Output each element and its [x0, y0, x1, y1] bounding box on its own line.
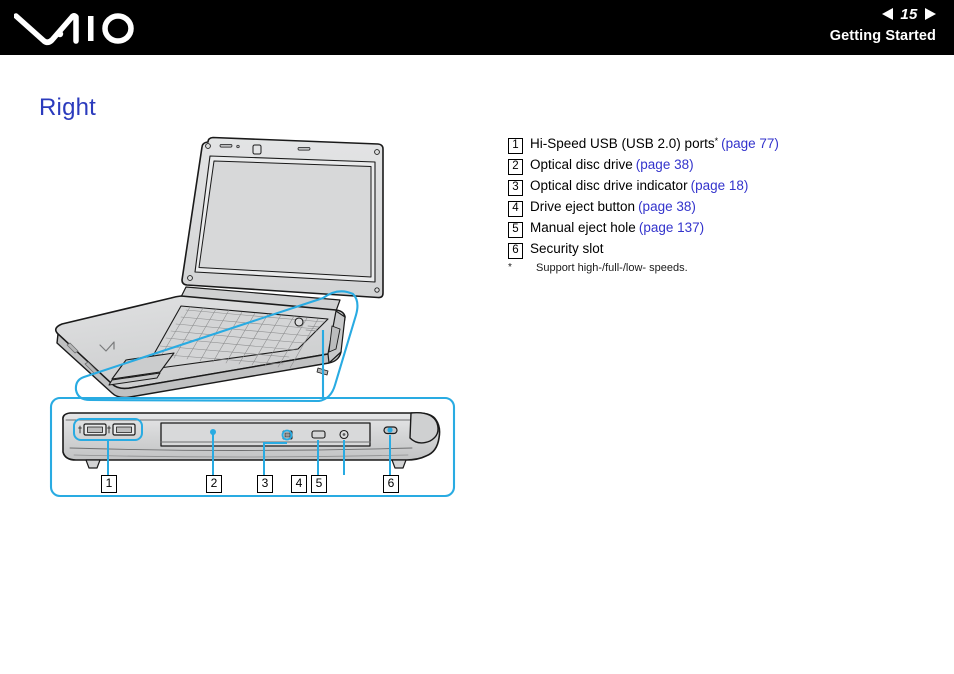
callout-number: 1: [508, 138, 523, 154]
lid-microphone-left: [219, 144, 233, 148]
lid-screw-bottom-left: [187, 275, 193, 281]
page-reference-link[interactable]: (page 18): [691, 178, 749, 193]
display-screen: [198, 160, 372, 278]
detail-callout-number-6: 6: [383, 475, 399, 493]
footnote-marker: *: [714, 136, 719, 146]
detail-callout-number-5: 5: [311, 475, 327, 493]
lid-screw-right: [374, 149, 380, 155]
left-arrow-icon[interactable]: [882, 8, 893, 20]
manual-eject-hole-inner: [342, 433, 346, 436]
page-reference-link[interactable]: (page 137): [639, 220, 704, 235]
webcam-icon: [252, 144, 262, 155]
lid-indicator: [236, 144, 240, 149]
callout-item-2: 2 Optical disc drive (page 38): [508, 157, 928, 178]
footnote-text: Support high-/full-/low- speeds.: [536, 262, 688, 274]
power-button: [294, 317, 304, 327]
side-view-foot-left: [85, 459, 101, 469]
callout-number: 2: [508, 159, 523, 175]
page-reference-link[interactable]: (page 38): [636, 157, 694, 172]
page-navigation: 15: [830, 4, 936, 24]
callout-label: Drive eject button: [530, 199, 636, 214]
section-title: Getting Started: [829, 28, 936, 44]
callout-item-3: 3 Optical disc drive indicator (page 18): [508, 178, 928, 199]
callout-label: Optical disc drive: [530, 157, 633, 172]
detail-callout-number-2: 2: [206, 475, 222, 493]
right-arrow-icon[interactable]: [925, 8, 936, 20]
page-title: Right: [39, 94, 97, 121]
drive-eject-button: [311, 430, 326, 439]
lid-screw-left: [205, 143, 211, 149]
page-reference-link[interactable]: (page 38): [638, 199, 696, 214]
vaio-logo: [13, 8, 134, 46]
laptop-open-view: [54, 136, 384, 399]
lid-microphone-right: [297, 147, 311, 151]
callout-label: Hi-Speed USB (USB 2.0) ports: [530, 136, 715, 151]
callout-item-6: 6 Security slot: [508, 241, 928, 262]
dot-security-slot: [387, 427, 393, 433]
callout-number: 5: [508, 222, 523, 238]
detail-callout-number-4: 4: [291, 475, 307, 493]
callout-label: Optical disc drive indicator: [530, 178, 688, 193]
callout-item-1: 1 Hi-Speed USB (USB 2.0) ports * (page 77…: [508, 136, 928, 157]
footnote-marker: *: [508, 262, 512, 273]
laptop-diagram-svg: [49, 136, 456, 498]
callout-number: 3: [508, 180, 523, 196]
header-right-group: 15 Getting Started: [830, 4, 936, 44]
callout-label: Manual eject hole: [530, 220, 636, 235]
page-reference-link[interactable]: (page 77): [721, 136, 779, 151]
footnote: * Support high-/full-/low- speeds.: [508, 262, 688, 274]
lid-screw-bottom-right: [374, 287, 380, 293]
callout-number: 6: [508, 243, 523, 259]
callout-item-4: 4 Drive eject button (page 38): [508, 199, 928, 220]
callout-item-5: 5 Manual eject hole (page 137): [508, 220, 928, 241]
side-view-hinge: [409, 412, 439, 444]
laptop-illustration: 1 2 3 4 5 6: [40, 130, 480, 510]
callout-list: 1 Hi-Speed USB (USB 2.0) ports * (page 77…: [508, 136, 928, 262]
callout-number: 4: [508, 201, 523, 217]
side-view-foot-right: [391, 459, 407, 469]
page-header: 15 Getting Started: [0, 0, 954, 55]
dot-optical-drive: [210, 429, 216, 435]
detail-callout-number-1: 1: [101, 475, 117, 493]
detail-callout-number-3: 3: [257, 475, 273, 493]
page-number: 15: [900, 5, 918, 23]
callout-label: Security slot: [530, 241, 604, 256]
